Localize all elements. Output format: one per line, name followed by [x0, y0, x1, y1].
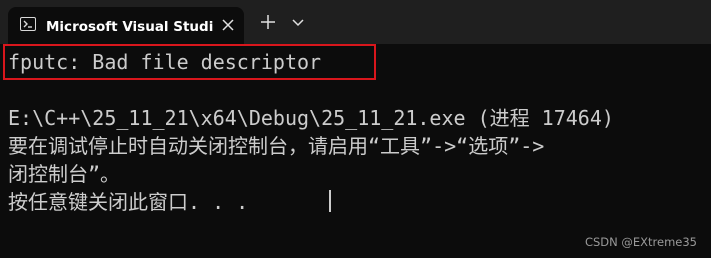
plus-icon[interactable] — [258, 12, 278, 32]
terminal-icon — [20, 17, 36, 31]
press-key-line: 按任意键关闭此窗口. . . — [8, 190, 249, 214]
error-line: fputc: Bad file descriptor — [8, 50, 322, 74]
watermark: CSDN @EXtreme35 — [584, 235, 697, 249]
info-line-2: 闭控制台”。 — [8, 162, 121, 186]
exe-path-line: E:\C++\25_11_21\x64\Debug\25_11_21.exe (… — [8, 106, 614, 130]
info-line-1: 要在调试停止时自动关闭控制台，请启用“工具”->“选项”-> — [8, 134, 545, 158]
chevron-down-icon[interactable] — [290, 14, 306, 30]
console-output[interactable]: fputc: Bad file descriptor E:\C++\25_11_… — [0, 44, 711, 258]
terminal-tab[interactable]: Microsoft Visual Studio 调试控 — [8, 7, 244, 44]
close-icon[interactable] — [220, 17, 236, 33]
tab-title: Microsoft Visual Studio 调试控 — [46, 19, 214, 35]
title-bar: Microsoft Visual Studio 调试控 — [0, 0, 711, 44]
text-cursor — [329, 190, 331, 212]
